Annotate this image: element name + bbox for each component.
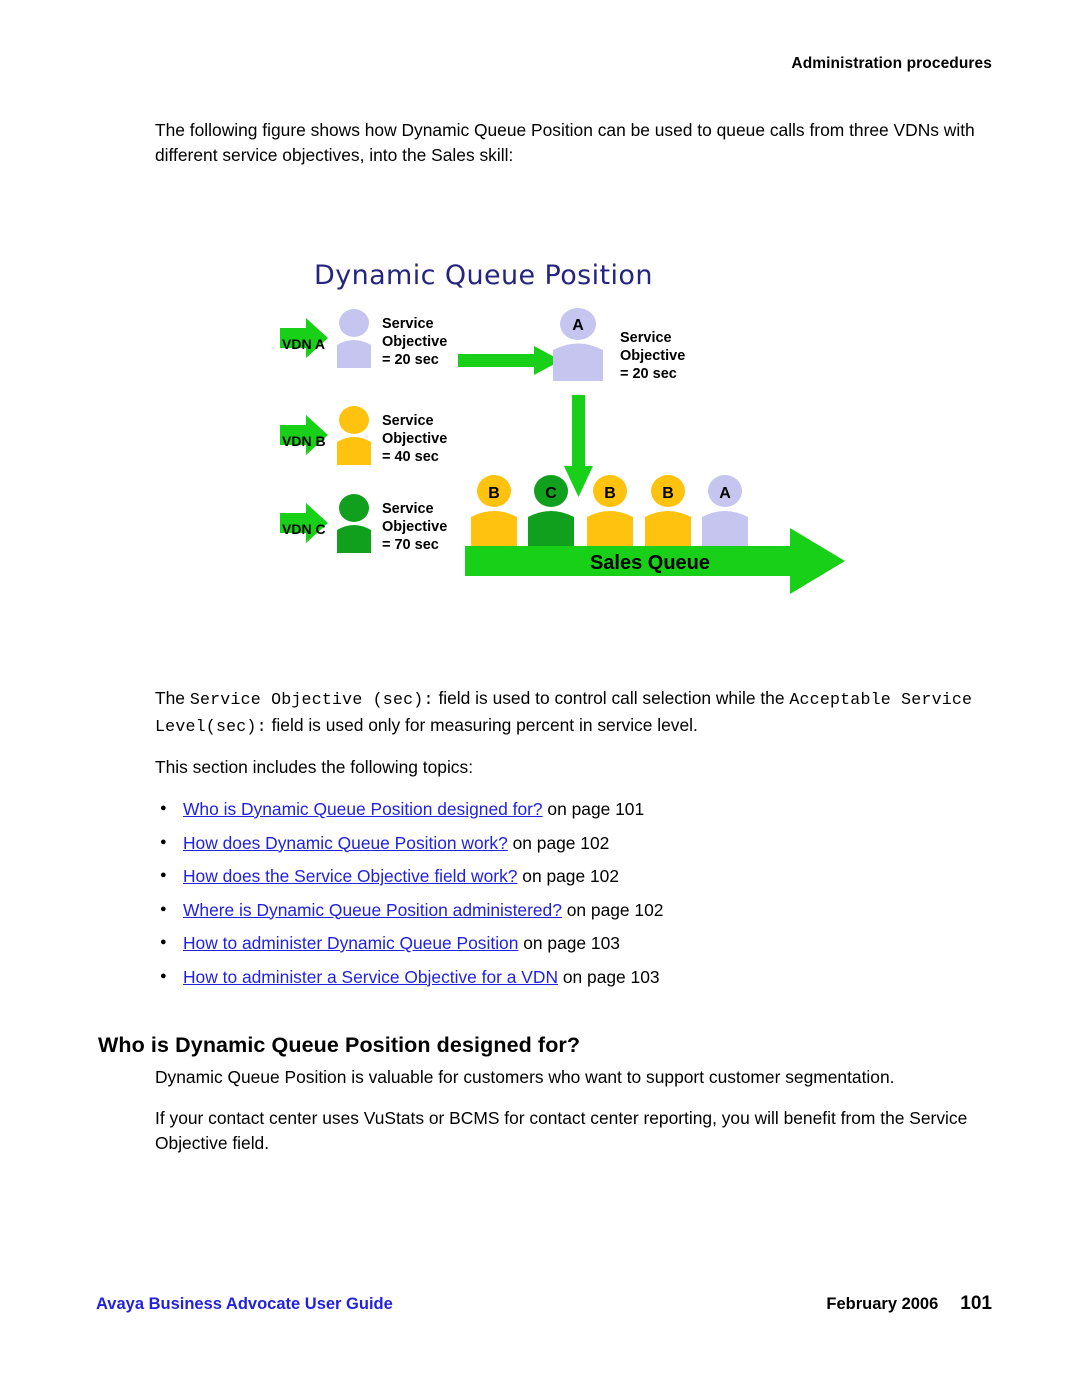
topic-page-ref: on page 102	[507, 832, 610, 853]
topic-link-service-objective-field[interactable]: How does the Service Objective field wor…	[183, 866, 517, 886]
list-item: Where is Dynamic Queue Position administ…	[160, 898, 990, 921]
vdn-c-group: VDN C Service Objective = 70 sec	[280, 494, 447, 553]
vdn-b-person-icon	[337, 406, 371, 465]
topic-link-how-does-work[interactable]: How does Dynamic Queue Position work?	[183, 833, 508, 853]
queue-item: C	[528, 475, 574, 547]
vdn-a-objective-line3: = 20 sec	[382, 352, 439, 368]
figure-graphic: VDN A Service Objective = 20 sec A Servi…	[280, 308, 845, 594]
topic-link-who-designed-for[interactable]: Who is Dynamic Queue Position designed f…	[183, 799, 543, 819]
field-para-mid: field is used to control call selection …	[433, 688, 785, 708]
vdn-b-objective-line1: Service	[382, 413, 434, 429]
vdn-b-label: VDN B	[282, 433, 326, 449]
queue-item: A	[702, 475, 748, 547]
list-item: How to administer a Service Objective fo…	[160, 965, 990, 988]
queue-badge: B	[662, 485, 674, 502]
intro-paragraph: The following figure shows how Dynamic Q…	[155, 120, 975, 165]
agent-objective-line3: = 20 sec	[620, 366, 677, 382]
queue-badge: C	[545, 485, 557, 502]
list-item: Who is Dynamic Queue Position designed f…	[160, 797, 990, 820]
queue-badge: B	[488, 485, 500, 502]
field-para-post: field is used only for measuring percent…	[266, 714, 698, 735]
vdn-c-objective-line2: Objective	[382, 519, 447, 535]
vdn-c-objective-line3: = 70 sec	[382, 537, 439, 553]
footer-date: February 2006	[826, 1295, 939, 1313]
vdn-b-objective-line3: = 40 sec	[382, 449, 439, 465]
flow-arrow-down-icon	[564, 395, 593, 497]
vdn-c-label: VDN C	[282, 521, 326, 537]
section-paragraph-2: If your contact center uses VuStats or B…	[155, 1108, 968, 1153]
agent-objective-line2: Objective	[620, 348, 685, 364]
queue-badge: A	[719, 485, 731, 502]
section-intro-paragraph: This section includes the following topi…	[155, 757, 474, 777]
vdn-a-person-icon	[337, 309, 371, 368]
topic-page-ref: on page 103	[518, 933, 620, 953]
vdn-a-objective-line1: Service	[382, 316, 434, 332]
vdn-c-objective-line1: Service	[382, 501, 434, 517]
vdn-a-label: VDN A	[282, 336, 325, 352]
intro-section: The following figure shows how Dynamic Q…	[155, 118, 985, 172]
agent-objective-line1: Service	[620, 330, 672, 346]
field-explanation-paragraph: The Service Objective (sec): field is us…	[155, 686, 985, 739]
topic-link-how-to-administer-service-objective-vdn[interactable]: How to administer a Service Objective fo…	[183, 967, 558, 987]
topic-page-ref: on page 102	[561, 899, 664, 920]
topic-page-ref: on page 101	[542, 799, 645, 819]
page-footer: Avaya Business Advocate User Guide Febru…	[96, 1293, 992, 1315]
footer-guide-title: Avaya Business Advocate User Guide	[96, 1295, 393, 1313]
flow-arrow-right-icon	[458, 346, 561, 375]
vdn-b-group: VDN B Service Objective = 40 sec	[280, 406, 447, 465]
topics-list: Who is Dynamic Queue Position designed f…	[160, 797, 990, 999]
topic-link-where-administered[interactable]: Where is Dynamic Queue Position administ…	[183, 900, 562, 920]
vdn-a-group: VDN A Service Objective = 20 sec	[280, 309, 447, 368]
footer-right-group: February 2006 101	[826, 1293, 992, 1315]
service-objective-field-name: Service Objective (sec):	[189, 690, 434, 709]
topic-page-ref: on page 102	[517, 866, 619, 886]
list-item: How does the Service Objective field wor…	[160, 864, 990, 887]
list-item: How does Dynamic Queue Position work? on…	[160, 831, 990, 854]
vdn-b-objective-line2: Objective	[382, 431, 447, 447]
footer-page-number: 101	[960, 1293, 992, 1314]
topic-page-ref: on page 103	[558, 966, 660, 987]
queue-item: B	[587, 475, 633, 547]
vdn-c-person-icon	[337, 494, 371, 553]
dynamic-queue-position-figure: Dynamic Queue Position VDN A Service Obj…	[270, 250, 870, 630]
vdn-a-objective-line2: Objective	[382, 334, 447, 350]
queue-badge: B	[604, 485, 616, 502]
section-heading: Who is Dynamic Queue Position designed f…	[98, 1032, 581, 1057]
section-body: Dynamic Queue Position is valuable for c…	[155, 1065, 985, 1172]
queue-item: B	[645, 475, 691, 547]
queue-item: B	[471, 475, 517, 547]
section-paragraph-1: Dynamic Queue Position is valuable for c…	[155, 1067, 895, 1087]
field-explanation-section: The Service Objective (sec): field is us…	[155, 686, 985, 784]
running-header-title: Administration procedures	[791, 55, 992, 72]
topic-link-how-to-administer-dqp[interactable]: How to administer Dynamic Queue Position	[183, 933, 518, 953]
queue-figures: B C B B A	[471, 475, 748, 547]
agent-badge: A	[572, 317, 584, 334]
agent-group: A Service Objective = 20 sec	[553, 308, 685, 382]
field-para-pre: The	[155, 688, 190, 708]
sales-queue-label: Sales Queue	[590, 552, 710, 574]
list-item: How to administer Dynamic Queue Position…	[160, 931, 990, 954]
